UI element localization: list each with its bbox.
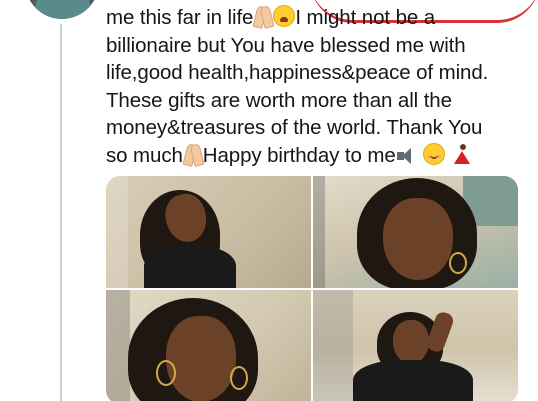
folded-hands-icon bbox=[253, 5, 273, 27]
tweet-line-1: me this far in life I might not be a bbox=[106, 4, 536, 32]
tweet-line-6: so much Happy birthday to me bbox=[106, 142, 536, 170]
tweet-line-4: These gifts are worth more than all the bbox=[106, 88, 452, 112]
body bbox=[353, 360, 473, 401]
photo-selfie-closeup-1[interactable] bbox=[313, 176, 518, 288]
body bbox=[144, 246, 236, 288]
photo-selfie-closeup-2[interactable] bbox=[106, 290, 311, 401]
tweet-line-3: life,good health,happiness&peace of mind… bbox=[106, 61, 489, 84]
photo-selfie-posing[interactable] bbox=[313, 290, 518, 401]
face bbox=[166, 316, 236, 401]
raised-arm bbox=[424, 310, 456, 354]
smiling-face-icon bbox=[423, 142, 446, 165]
tweet-line-1-end: I might not be a bbox=[295, 6, 436, 29]
door-edge bbox=[313, 176, 325, 288]
dancer-icon bbox=[451, 143, 473, 165]
earring bbox=[156, 360, 176, 386]
face bbox=[383, 198, 453, 280]
face bbox=[393, 320, 429, 364]
earring bbox=[449, 252, 467, 274]
tweet-line-2: billionaire but You have blessed me with bbox=[106, 33, 466, 57]
photo-selfie-wall-1[interactable] bbox=[106, 176, 311, 288]
tweet-text: me this far in life I might not be a bill… bbox=[106, 4, 536, 169]
thread-line bbox=[60, 24, 62, 401]
tweet-line-1-start: me this far in life bbox=[106, 6, 254, 29]
door-edge bbox=[106, 290, 130, 401]
tweet-line-5: money&treasures of the world. Thank You bbox=[106, 116, 483, 139]
folded-hands-icon bbox=[183, 143, 203, 165]
avatar[interactable] bbox=[25, 0, 99, 19]
wall-shadow bbox=[313, 290, 353, 401]
speaker-icon bbox=[396, 147, 418, 165]
tweet-line-6-middle: Happy birthday to me bbox=[202, 143, 396, 167]
wall-edge bbox=[106, 176, 128, 288]
tweet-line-6-start: so much bbox=[106, 143, 183, 167]
avatar-shirt bbox=[35, 0, 91, 19]
photo-grid[interactable] bbox=[106, 176, 518, 401]
weary-face-icon bbox=[273, 5, 296, 27]
earring bbox=[230, 366, 248, 390]
